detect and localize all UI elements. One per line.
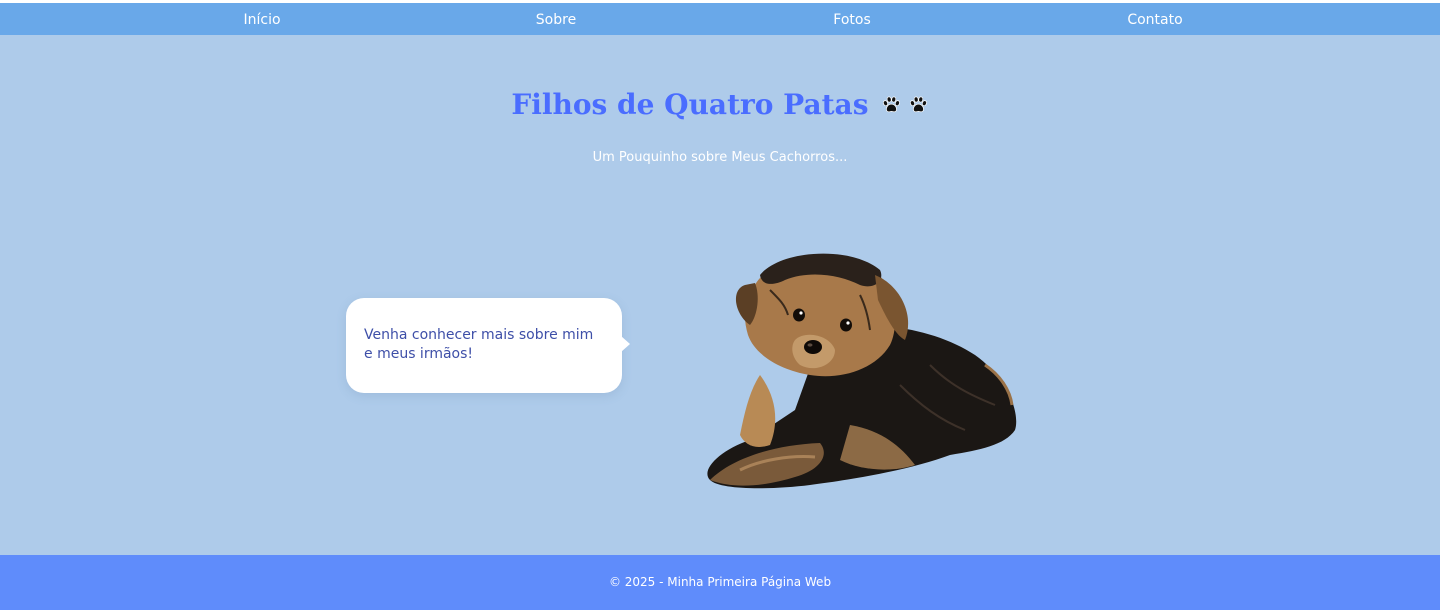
- footer-text: © 2025 - Minha Primeira Página Web: [608, 575, 832, 589]
- paw-icon: [909, 95, 927, 112]
- page-subtitle: Um Pouquinho sobre Meus Cachorros...: [592, 150, 848, 165]
- header: Filhos de Quatro Patas: [0, 88, 1440, 121]
- paw-icon: [882, 95, 900, 112]
- nav-item-sobre[interactable]: Sobre: [536, 3, 576, 35]
- speech-bubble: Venha conhecer mais sobre mim e meus irm…: [346, 298, 630, 393]
- page: Início Sobre Fotos Contato Filhos de Qua…: [0, 0, 1440, 610]
- navbar: Início Sobre Fotos Contato: [0, 3, 1440, 35]
- nav-item-inicio[interactable]: Início: [243, 3, 280, 35]
- footer: © 2025 - Minha Primeira Página Web: [0, 555, 1440, 610]
- page-title: Filhos de Quatro Patas: [511, 88, 869, 121]
- nav-item-contato[interactable]: Contato: [1127, 3, 1182, 35]
- puppy-image: [707, 253, 1017, 489]
- speech-bubble-text: Venha conhecer mais sobre mim e meus irm…: [364, 327, 594, 362]
- paw-icons: [880, 94, 929, 116]
- nav-item-fotos[interactable]: Fotos: [833, 3, 870, 35]
